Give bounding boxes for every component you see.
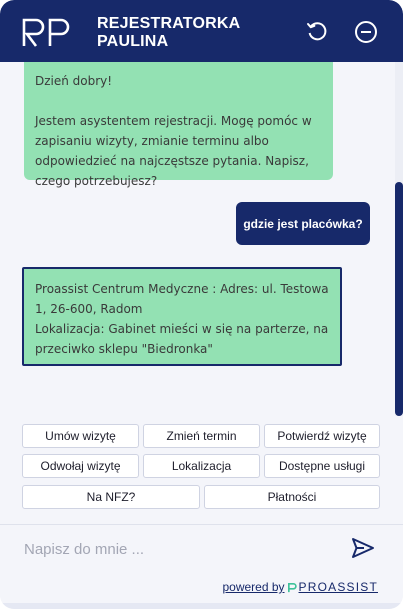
quick-reply-button[interactable]: Lokalizacja — [143, 454, 260, 478]
powered-by-text: powered by — [222, 580, 285, 594]
chat-header: REJESTRATORKA PAULINA — [0, 0, 403, 62]
quick-reply-button[interactable]: Dostępne usługi — [264, 454, 380, 478]
quick-reply-button[interactable]: Na NFZ? — [22, 485, 200, 509]
powered-by: powered by PROASSIST — [222, 580, 378, 594]
send-button[interactable] — [350, 535, 376, 561]
message-text: Jestem asystentem rejestracji. Mogę pomó… — [35, 114, 312, 188]
assistant-title-line2: PAULINA — [97, 33, 169, 50]
quick-reply-button[interactable]: Płatności — [204, 485, 380, 509]
refresh-button[interactable] — [305, 20, 329, 44]
assistant-title-line1: REJESTRATORKA — [97, 15, 241, 32]
send-icon — [352, 538, 374, 558]
brand-name: PROASSIST — [298, 580, 378, 594]
chat-messages[interactable]: Dzień dobry! Jestem asystentem rejestrac… — [0, 62, 403, 416]
quick-reply-button[interactable]: Potwierdź wizytę — [264, 424, 380, 448]
footer: powered by PROASSIST — [0, 572, 403, 609]
footer-bar — [0, 603, 403, 609]
minimize-button[interactable] — [354, 20, 378, 44]
proassist-logo-icon — [287, 582, 297, 592]
scrollbar-thumb[interactable] — [395, 182, 403, 416]
chat-scrollbar[interactable] — [395, 62, 403, 416]
message-input[interactable] — [22, 535, 336, 563]
powered-by-link[interactable]: powered by PROASSIST — [222, 580, 378, 594]
message-text: Proassist Centrum Medyczne : Adres: ul. … — [35, 282, 329, 356]
message-composer — [0, 524, 403, 572]
message-text: gdzie jest placówka? — [243, 216, 363, 231]
chat-widget: REJESTRATORKA PAULINA Dzień dobry! Jeste… — [0, 0, 403, 609]
minimize-icon — [355, 21, 377, 43]
bot-message: Proassist Centrum Medyczne : Adres: ul. … — [22, 267, 342, 366]
message-text: Dzień dobry! — [35, 74, 113, 88]
bot-message: Dzień dobry! Jestem asystentem rejestrac… — [24, 62, 333, 188]
user-message: gdzie jest placówka? — [236, 202, 370, 245]
refresh-icon — [307, 22, 327, 41]
rp-logo-icon — [22, 18, 70, 47]
quick-reply-button[interactable]: Umów wizytę — [22, 424, 139, 448]
quick-replies: Umów wizytę Zmień termin Potwierdź wizyt… — [0, 416, 403, 524]
quick-reply-button[interactable]: Odwołaj wizytę — [22, 454, 139, 478]
quick-reply-button[interactable]: Zmień termin — [143, 424, 260, 448]
assistant-title: REJESTRATORKA PAULINA — [97, 15, 240, 51]
